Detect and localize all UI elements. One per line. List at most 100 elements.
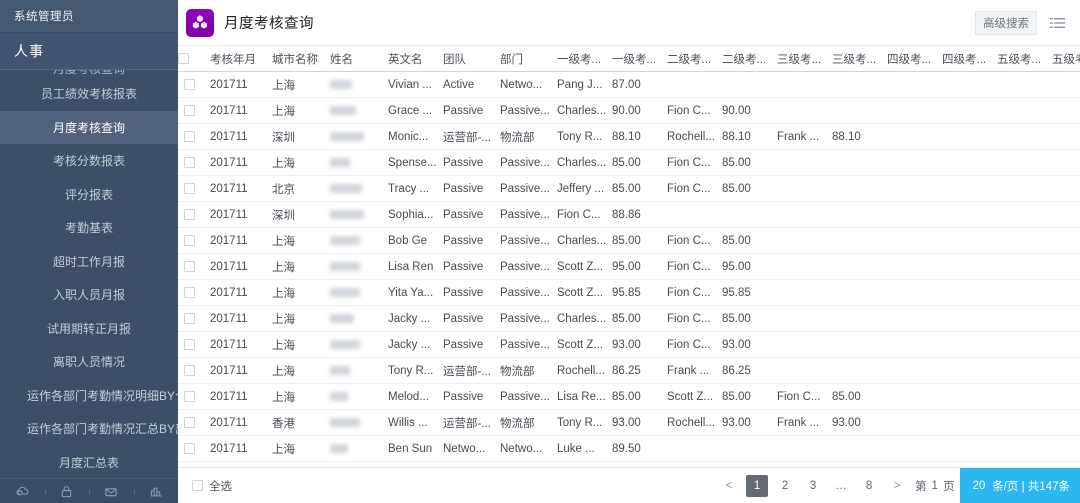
list-menu-icon[interactable]: [1047, 14, 1068, 32]
sidebar-item-3[interactable]: 评分报表: [0, 178, 178, 212]
table-row[interactable]: 201711 香港 Willis ... 运营部-... 物流部 Tony R... 93.…: [178, 409, 1080, 436]
row-checkbox[interactable]: [183, 442, 195, 454]
sidebar-group-header[interactable]: 人事: [0, 33, 178, 69]
cell-l2n: Fion C...: [661, 305, 716, 332]
row-checkbox-cell[interactable]: [178, 175, 204, 202]
header-select-all-checkbox-cell[interactable]: [178, 45, 204, 72]
row-checkbox-cell[interactable]: [178, 253, 204, 280]
row-checkbox[interactable]: [183, 78, 195, 90]
row-checkbox-cell[interactable]: [178, 435, 204, 462]
row-checkbox-cell[interactable]: [178, 331, 204, 358]
header-select-all-checkbox[interactable]: [178, 52, 189, 64]
pagination-page-3[interactable]: 3: [802, 475, 824, 497]
sidebar-item-10[interactable]: 运作各部门考勤情况汇总BY部门: [0, 412, 178, 446]
lock-icon[interactable]: [44, 485, 90, 498]
pagination-page-8[interactable]: 8: [858, 475, 880, 497]
column-header-team[interactable]: 团队: [437, 45, 494, 72]
row-checkbox[interactable]: [183, 364, 195, 376]
table-row[interactable]: 201711 上海 Melod... Passive Passive... Lisa Re…: [178, 383, 1080, 410]
sidebar-item-6[interactable]: 入职人员月报: [0, 278, 178, 312]
pagination-next[interactable]: >: [886, 475, 908, 497]
table-row[interactable]: 201711 北京 Tracy ... Passive Passive... Jeffer…: [178, 175, 1080, 202]
row-checkbox[interactable]: [183, 234, 195, 246]
row-checkbox-cell[interactable]: [178, 357, 204, 384]
column-header-l5n[interactable]: 五级考...: [991, 45, 1046, 72]
row-checkbox-cell[interactable]: [178, 305, 204, 332]
column-header-l2n[interactable]: 二级考...: [661, 45, 716, 72]
select-all-checkbox[interactable]: [192, 480, 203, 491]
data-table-container[interactable]: 考核年月 城市名称 姓名 英文名 团队 部门 一级考... 一级考... 二级考... 二级考..…: [178, 45, 1080, 467]
table-row[interactable]: 201711 上海 Bob Ge Passive Passive... Charles..…: [178, 227, 1080, 254]
row-checkbox[interactable]: [183, 182, 195, 194]
row-checkbox[interactable]: [183, 260, 195, 272]
sidebar-item-9[interactable]: 运作各部门考勤情况明细BY个人: [0, 379, 178, 413]
row-checkbox-cell[interactable]: [178, 97, 204, 124]
table-row[interactable]: 201711 上海 Tony R... 运营部-... 物流部 Rochell... 86.…: [178, 357, 1080, 384]
sidebar-item-8[interactable]: 离职人员情况: [0, 345, 178, 379]
pagination-page-1[interactable]: 1: [746, 474, 769, 497]
column-header-l2s[interactable]: 二级考...: [716, 45, 771, 72]
row-checkbox[interactable]: [183, 104, 195, 116]
table-row[interactable]: 201711 上海 Jacky ... Passive Passive... Scott …: [178, 331, 1080, 358]
pagination-prev[interactable]: <: [718, 475, 740, 497]
chart-icon[interactable]: [133, 485, 179, 498]
table-row[interactable]: 201711 深圳 Monic... 运营部-... 物流部 Tony R... 88.10…: [178, 123, 1080, 150]
row-checkbox[interactable]: [183, 416, 195, 428]
sidebar-item-4[interactable]: 考勤基表: [0, 211, 178, 245]
row-checkbox-cell[interactable]: [178, 123, 204, 150]
row-checkbox[interactable]: [183, 312, 195, 324]
column-header-dept[interactable]: 部门: [494, 45, 551, 72]
row-checkbox[interactable]: [183, 338, 195, 350]
row-checkbox-cell[interactable]: [178, 383, 204, 410]
sidebar-item-1[interactable]: 月度考核查询: [0, 110, 178, 144]
table-row[interactable]: 201711 上海 Vivian ... Active Netwo... Pang J..…: [178, 71, 1080, 98]
pagination-jump[interactable]: 第 1 页: [915, 478, 954, 494]
row-checkbox[interactable]: [183, 286, 195, 298]
sidebar-item-7[interactable]: 试用期转正月报: [0, 312, 178, 346]
row-checkbox-cell[interactable]: [178, 71, 204, 98]
table-row[interactable]: 201711 上海 Grace ... Passive Passive... Charle…: [178, 97, 1080, 124]
column-header-l4s[interactable]: 四级考...: [936, 45, 991, 72]
table-row[interactable]: 201711 上海 Lisa Ren Passive Passive... Scott Z…: [178, 253, 1080, 280]
sidebar-item-clipped[interactable]: 月度考核查询: [0, 69, 178, 77]
sidebar-user-label[interactable]: 系统管理员: [0, 0, 178, 33]
sidebar-item-0[interactable]: 员工绩效考核报表: [0, 77, 178, 111]
column-header-l1n[interactable]: 一级考...: [551, 45, 606, 72]
row-checkbox[interactable]: [183, 156, 195, 168]
column-header-l3s[interactable]: 三级考...: [826, 45, 881, 72]
row-checkbox-cell[interactable]: [178, 227, 204, 254]
mail-icon[interactable]: [89, 485, 134, 498]
pagination-jump-input[interactable]: 1: [932, 480, 938, 492]
table-row[interactable]: 201711 上海 Jacky ... Passive Passive... Charle…: [178, 305, 1080, 332]
column-header-l4n[interactable]: 四级考...: [881, 45, 936, 72]
per-page-selector[interactable]: 20 条/页 | 共147条: [960, 467, 1080, 503]
sidebar-menu-list[interactable]: 月度考核查询 员工绩效考核报表 月度考核查询 考核分数报表 评分报表 考勤基表 超时工作月报…: [0, 69, 178, 478]
row-checkbox-cell[interactable]: [178, 201, 204, 228]
row-checkbox[interactable]: [183, 130, 195, 142]
select-all-control[interactable]: 全选: [192, 478, 232, 494]
row-checkbox-cell[interactable]: [178, 279, 204, 306]
sidebar-item-2[interactable]: 考核分数报表: [0, 144, 178, 178]
column-header-ename[interactable]: 英文名: [382, 45, 437, 72]
table-row[interactable]: 201711 上海 Yita Ya... Passive Passive... Scott…: [178, 279, 1080, 306]
cell-team: Passive: [437, 97, 494, 124]
row-checkbox[interactable]: [183, 208, 195, 220]
sidebar-item-5[interactable]: 超时工作月报: [0, 245, 178, 279]
table-row[interactable]: 201711 上海 Spense... Passive Passive... Charle…: [178, 149, 1080, 176]
table-row[interactable]: 201711 上海 Ben Sun Netwo... Netwo... Luke ... 8…: [178, 435, 1080, 462]
column-header-l5s[interactable]: 五级考...: [1046, 45, 1080, 72]
pagination-page-2[interactable]: 2: [774, 475, 796, 497]
column-header-city[interactable]: 城市名称: [266, 45, 324, 72]
column-header-l3n[interactable]: 三级考...: [771, 45, 826, 72]
cell-ename: Spense...: [382, 149, 437, 176]
column-header-l1s[interactable]: 一级考...: [606, 45, 661, 72]
column-header-name[interactable]: 姓名: [324, 45, 382, 72]
row-checkbox-cell[interactable]: [178, 149, 204, 176]
column-header-ym[interactable]: 考核年月: [204, 45, 266, 72]
sidebar-item-11[interactable]: 月度汇总表: [0, 446, 178, 479]
settings-cloud-icon[interactable]: [0, 485, 45, 498]
row-checkbox[interactable]: [183, 390, 195, 402]
table-row[interactable]: 201711 深圳 Sophia... Passive Passive... Fion C…: [178, 201, 1080, 228]
advanced-search-button[interactable]: 高级搜索: [975, 10, 1037, 35]
row-checkbox-cell[interactable]: [178, 409, 204, 436]
